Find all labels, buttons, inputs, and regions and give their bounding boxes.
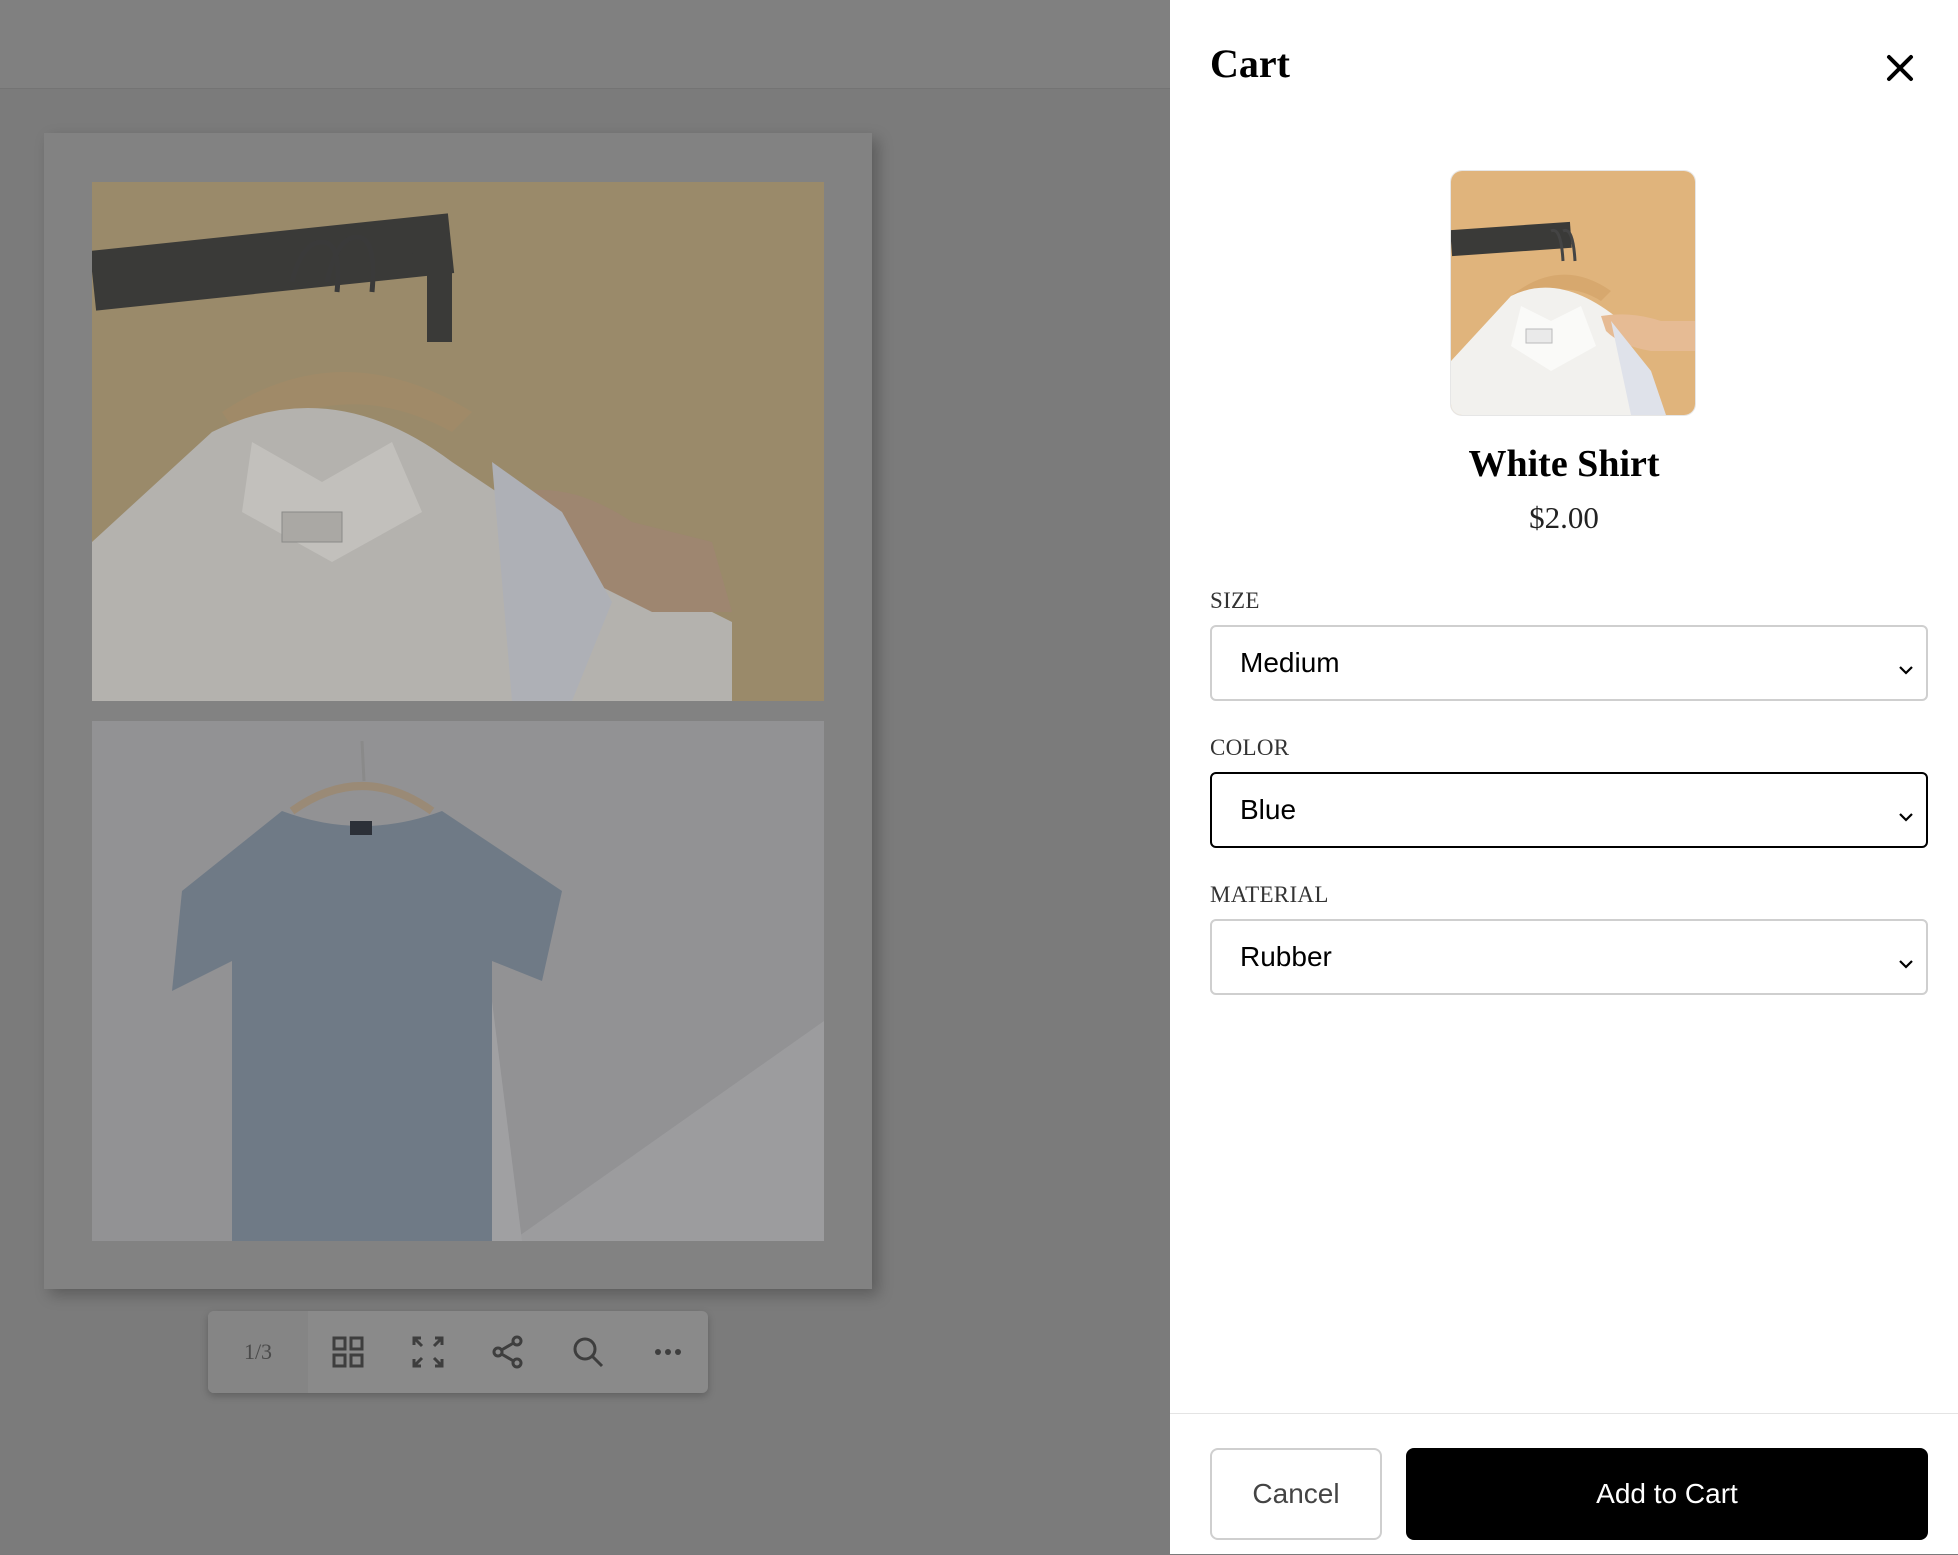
add-to-cart-button[interactable]: Add to Cart [1406, 1448, 1928, 1540]
page-header [0, 0, 1170, 89]
product-image [1450, 170, 1696, 416]
size-select-value: Medium [1240, 647, 1340, 678]
size-label: SIZE [1210, 588, 1260, 613]
product-price: $2.00 [1529, 500, 1599, 535]
viewer-toolbar: 1/3 [208, 1311, 708, 1393]
search-button[interactable] [548, 1311, 628, 1393]
drawer-footer: Cancel Add to Cart [1170, 1413, 1958, 1555]
share-icon [492, 1335, 523, 1369]
grid-view-button[interactable] [308, 1311, 388, 1393]
fullscreen-icon [412, 1336, 444, 1368]
color-select[interactable]: Blue [1210, 772, 1928, 848]
chevron-down-icon [1896, 949, 1916, 969]
color-select-value: Blue [1240, 794, 1297, 825]
color-label: COLOR [1210, 735, 1290, 760]
cart-title: Cart [1210, 41, 1290, 86]
chevron-down-icon [1896, 655, 1916, 675]
grid-icon [332, 1336, 364, 1368]
more-icon [655, 1349, 681, 1355]
fullscreen-button[interactable] [388, 1311, 468, 1393]
material-label: MATERIAL [1210, 882, 1329, 907]
more-button[interactable] [628, 1311, 708, 1393]
white-shirts-photo [92, 182, 824, 701]
gray-tshirt-photo [92, 721, 824, 1241]
close-icon [1887, 55, 1913, 81]
size-select[interactable]: Medium [1210, 625, 1928, 701]
material-select-value: Rubber [1240, 941, 1332, 972]
flipbook-page [44, 133, 872, 1289]
close-button[interactable] [1880, 48, 1920, 88]
material-select[interactable]: Rubber [1210, 919, 1928, 995]
cart-drawer: Cart White Shirt $2.00 SIZE Medium COLOR… [1170, 0, 1958, 1554]
chevron-down-icon [1896, 802, 1916, 822]
share-button[interactable] [468, 1311, 548, 1393]
page-counter: 1/3 [208, 1311, 308, 1393]
product-name: White Shirt [1468, 443, 1660, 485]
search-icon [573, 1337, 604, 1368]
cancel-button[interactable]: Cancel [1210, 1448, 1382, 1540]
